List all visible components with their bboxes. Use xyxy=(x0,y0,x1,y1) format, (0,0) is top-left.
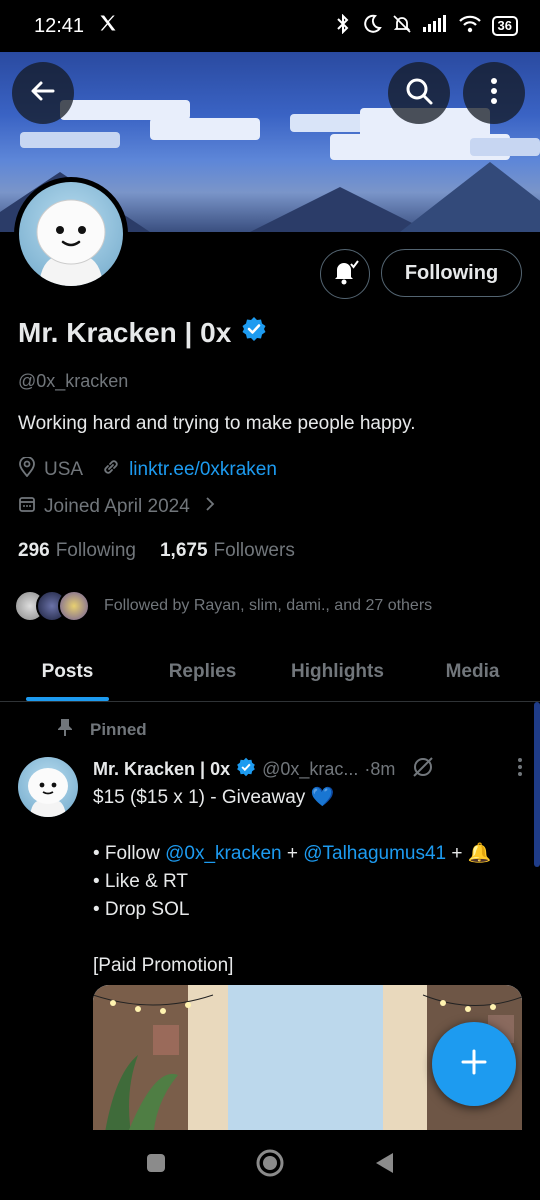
profile-tabs: Posts Replies Highlights Media xyxy=(0,642,540,702)
plus-icon xyxy=(459,1047,489,1082)
profile-name: Mr. Kracken | 0x xyxy=(18,316,232,348)
post-more-icon[interactable] xyxy=(517,757,523,782)
joined-row[interactable]: Joined April 2024 xyxy=(18,495,216,519)
system-nav-bar xyxy=(0,1130,540,1200)
mention-link[interactable]: @Talhagumus41 xyxy=(303,843,446,864)
wifi-icon xyxy=(458,15,482,37)
post-text: + xyxy=(281,843,304,864)
post-line: • Like & RT xyxy=(93,871,188,892)
profile-location: USA xyxy=(44,459,84,480)
home-icon[interactable] xyxy=(255,1148,285,1183)
pinned-label: Pinned xyxy=(90,719,147,739)
post-text: • Follow xyxy=(93,843,166,864)
following-count: 296 xyxy=(18,540,50,561)
post-line: [Paid Promotion] xyxy=(93,955,234,976)
followed-by-row[interactable]: Followed by Rayan, slim, dami., and 27 o… xyxy=(14,590,432,622)
tab-media[interactable]: Media xyxy=(405,642,540,701)
more-options-button[interactable] xyxy=(463,62,525,124)
following-button[interactable]: Following xyxy=(381,249,522,297)
post-body[interactable]: $15 ($15 x 1) - Giveaway 💙 • Follow @0x_… xyxy=(93,784,523,980)
post-text: + 🔔 xyxy=(446,843,492,864)
follow-stats: 296 Following 1,675 Followers xyxy=(18,540,295,562)
compose-button[interactable] xyxy=(432,1022,516,1106)
chevron-right-icon xyxy=(204,496,216,518)
mention-link[interactable]: @0x_kracken xyxy=(165,843,281,864)
battery-indicator: 36 xyxy=(491,16,518,36)
profile-link[interactable]: linktr.ee/0xkraken xyxy=(129,459,277,481)
tab-replies[interactable]: Replies xyxy=(135,642,270,701)
pin-icon xyxy=(56,717,74,742)
bell-muted-icon xyxy=(392,14,412,38)
calendar-icon xyxy=(18,495,36,519)
bell-check-icon xyxy=(331,258,359,291)
profile-bio: Working hard and trying to make people h… xyxy=(18,413,416,434)
post-author-name[interactable]: Mr. Kracken | 0x xyxy=(93,759,230,780)
scrollbar[interactable] xyxy=(534,702,540,867)
post-author-handle: @0x_krac... xyxy=(262,759,359,779)
followers-label: Followers xyxy=(213,540,295,561)
followed-by-text: Followed by Rayan, slim, dami., and 27 o… xyxy=(104,597,433,614)
back-nav-icon[interactable] xyxy=(373,1151,395,1180)
recents-icon[interactable] xyxy=(145,1152,167,1179)
status-bar: 12:41 36 xyxy=(0,0,540,52)
grok-icon[interactable] xyxy=(411,755,435,784)
post-line: $15 ($15 x 1) - Giveaway 💙 xyxy=(93,787,335,808)
bluetooth-icon xyxy=(334,13,352,38)
verified-badge-icon[interactable] xyxy=(241,316,267,349)
post-line: • Drop SOL xyxy=(93,899,190,920)
tab-posts[interactable]: Posts xyxy=(0,642,135,701)
search-icon xyxy=(404,76,434,111)
post-author-avatar[interactable] xyxy=(18,757,78,817)
status-time: 12:41 xyxy=(34,14,85,37)
search-button[interactable] xyxy=(388,62,450,124)
moon-icon xyxy=(362,14,382,38)
avatar xyxy=(58,590,90,622)
profile-handle: @0x_kracken xyxy=(18,371,129,391)
signal-icon xyxy=(422,15,448,37)
location-pin-icon xyxy=(18,456,36,483)
profile-meta-row: USA linktr.ee/0xkraken xyxy=(18,456,277,483)
post-line: • Follow @0x_kracken + @Talhagumus41 + 🔔 xyxy=(93,840,523,868)
link-icon xyxy=(101,457,121,483)
notifications-button[interactable] xyxy=(320,249,370,299)
x-logo-icon xyxy=(98,13,118,39)
back-button[interactable] xyxy=(12,62,74,124)
avatar-image xyxy=(19,182,123,286)
following-label: Following xyxy=(55,540,136,561)
arrow-left-icon xyxy=(28,76,58,111)
following-stat[interactable]: 296 Following xyxy=(18,540,136,562)
followers-count: 1,675 xyxy=(159,540,208,561)
post-header: Mr. Kracken | 0x @0x_krac... ·8m xyxy=(93,755,523,784)
tab-highlights[interactable]: Highlights xyxy=(270,642,405,701)
post-time: ·8m xyxy=(364,759,396,779)
more-vertical-icon xyxy=(489,76,499,111)
verified-badge-icon xyxy=(236,757,256,782)
profile-avatar[interactable] xyxy=(14,177,128,291)
profile-name-row: Mr. Kracken | 0x xyxy=(18,316,267,349)
follower-avatars xyxy=(14,590,90,622)
profile-joined: Joined April 2024 xyxy=(44,496,190,517)
pinned-indicator: Pinned xyxy=(56,717,147,742)
followers-stat[interactable]: 1,675 Followers xyxy=(160,540,295,562)
